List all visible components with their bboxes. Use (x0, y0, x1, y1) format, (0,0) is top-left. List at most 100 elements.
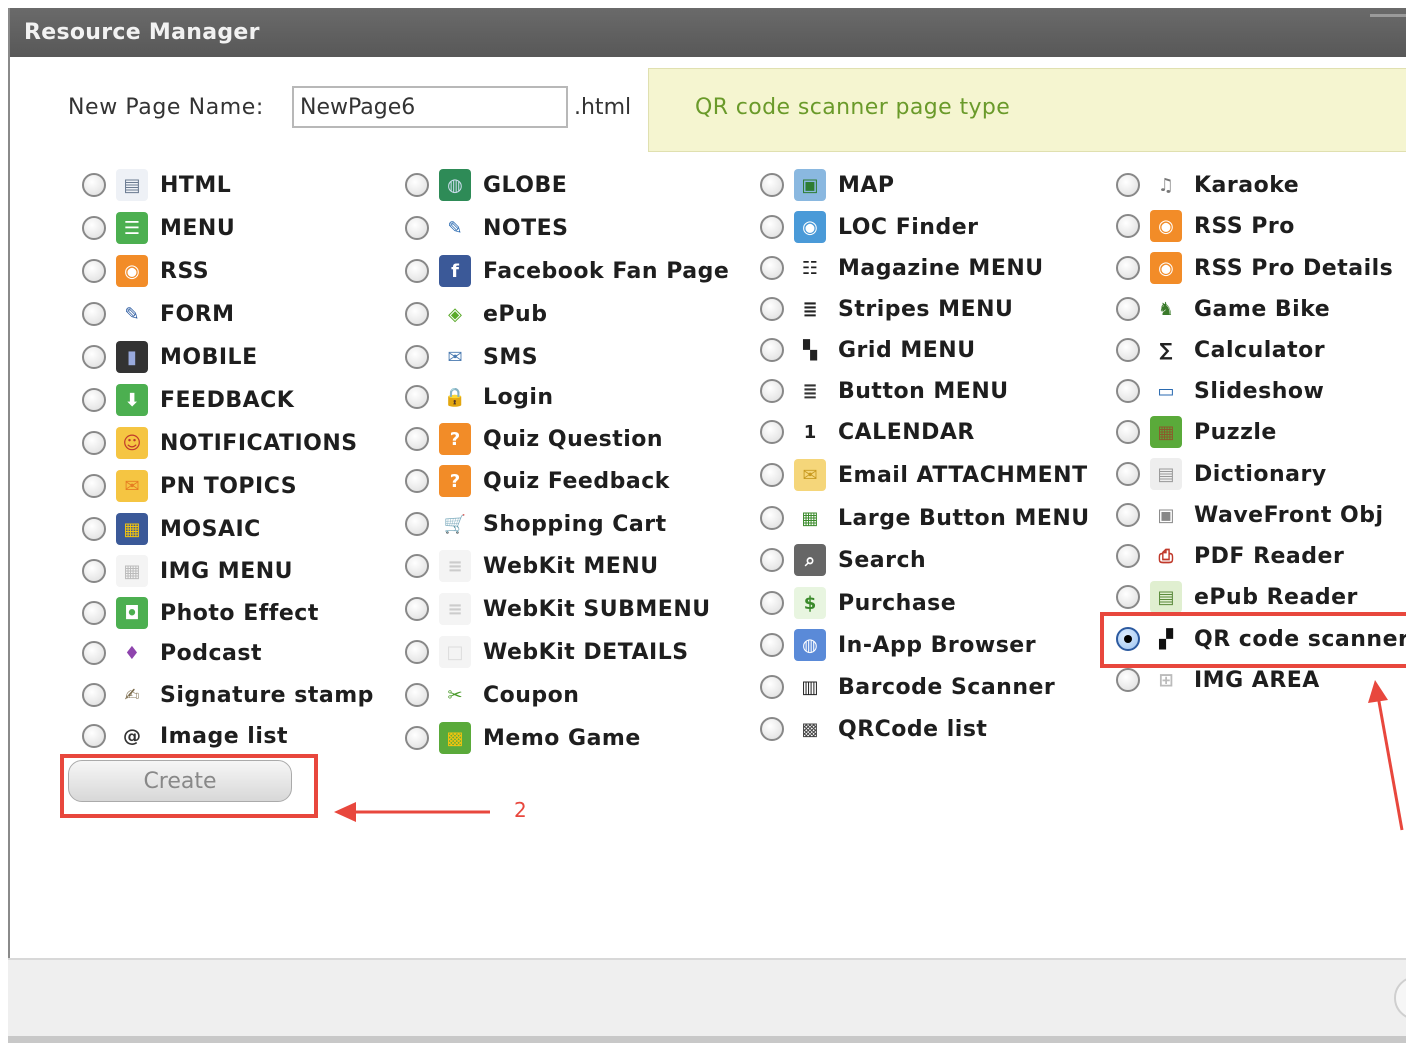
option-qrcode-list[interactable]: ▩ QRCode list (760, 710, 987, 748)
radio-button[interactable] (760, 463, 784, 487)
radio-button[interactable] (82, 683, 106, 707)
radio-button[interactable] (760, 675, 784, 699)
option-map[interactable]: ▣ MAP (760, 166, 895, 204)
radio-button[interactable] (1116, 256, 1140, 280)
radio-button[interactable] (760, 338, 784, 362)
option-notifications[interactable]: ☺ NOTIFICATIONS (82, 424, 358, 462)
option-search[interactable]: ⌕ Search (760, 541, 926, 579)
option-large-button-menu[interactable]: ▦ Large Button MENU (760, 499, 1090, 537)
option-quiz-question[interactable]: ? Quiz Question (405, 420, 663, 458)
radio-button[interactable] (405, 259, 429, 283)
option-game-bike[interactable]: ♞ Game Bike (1116, 290, 1330, 328)
radio-button[interactable] (405, 427, 429, 451)
radio-button[interactable] (760, 215, 784, 239)
radio-button[interactable] (1116, 338, 1140, 362)
radio-button[interactable] (1116, 544, 1140, 568)
option-button-menu[interactable]: ≣ Button MENU (760, 372, 1009, 410)
radio-button[interactable] (405, 640, 429, 664)
option-feedback[interactable]: ⬇ FEEDBACK (82, 381, 294, 419)
option-menu[interactable]: ☰ MENU (82, 209, 235, 247)
option-coupon[interactable]: ✂ Coupon (405, 676, 579, 714)
option-calendar[interactable]: 1 CALENDAR (760, 413, 975, 451)
option-facebook-fan-page[interactable]: f Facebook Fan Page (405, 252, 729, 290)
radio-button[interactable] (760, 256, 784, 280)
radio-button[interactable] (82, 345, 106, 369)
radio-button[interactable] (405, 512, 429, 536)
option-epub-reader[interactable]: ▤ ePub Reader (1116, 578, 1358, 616)
option-img-menu[interactable]: ▦ IMG MENU (82, 552, 293, 590)
option-form[interactable]: ✎ FORM (82, 295, 235, 333)
radio-button[interactable] (1116, 379, 1140, 403)
radio-button[interactable] (405, 554, 429, 578)
radio-button[interactable] (405, 216, 429, 240)
option-webkit-menu[interactable]: ≡ WebKit MENU (405, 547, 659, 585)
option-pn-topics[interactable]: ✉ PN TOPICS (82, 467, 297, 505)
option-mobile[interactable]: ▮ MOBILE (82, 338, 258, 376)
option-email-attachment[interactable]: ✉ Email ATTACHMENT (760, 456, 1088, 494)
radio-button[interactable] (760, 717, 784, 741)
radio-button[interactable] (760, 591, 784, 615)
option-stripes-menu[interactable]: ≣ Stripes MENU (760, 290, 1013, 328)
option-webkit-details[interactable]: □ WebKit DETAILS (405, 633, 689, 671)
option-shopping-cart[interactable]: 🛒 Shopping Cart (405, 505, 667, 543)
option-rss-pro[interactable]: ◉ RSS Pro (1116, 207, 1295, 245)
option-quiz-feedback[interactable]: ? Quiz Feedback (405, 462, 670, 500)
radio-button[interactable] (405, 385, 429, 409)
radio-button[interactable] (760, 548, 784, 572)
option-purchase[interactable]: $ Purchase (760, 584, 956, 622)
radio-button[interactable] (82, 173, 106, 197)
radio-button[interactable] (405, 345, 429, 369)
radio-button[interactable] (760, 420, 784, 444)
radio-button[interactable] (82, 559, 106, 583)
option-html[interactable]: ▤ HTML (82, 166, 231, 204)
radio-button[interactable] (1116, 214, 1140, 238)
option-notes[interactable]: ✎ NOTES (405, 209, 569, 247)
radio-button[interactable] (760, 379, 784, 403)
new-page-name-input[interactable] (292, 86, 568, 128)
option-photo-effect[interactable]: ◘ Photo Effect (82, 594, 319, 632)
option-signature-stamp[interactable]: ✍ Signature stamp (82, 676, 374, 714)
radio-button[interactable] (82, 474, 106, 498)
option-slideshow[interactable]: ▭ Slideshow (1116, 372, 1324, 410)
create-button[interactable]: Create (68, 760, 292, 802)
radio-button[interactable] (82, 216, 106, 240)
option-in-app-browser[interactable]: ◍ In-App Browser (760, 626, 1036, 664)
radio-button[interactable] (760, 173, 784, 197)
radio-button[interactable] (1116, 173, 1140, 197)
radio-button[interactable] (82, 431, 106, 455)
option-barcode-scanner[interactable]: ▥ Barcode Scanner (760, 668, 1055, 706)
option-calculator[interactable]: ∑ Calculator (1116, 331, 1325, 369)
option-puzzle[interactable]: ▦ Puzzle (1116, 413, 1277, 451)
radio-button[interactable] (405, 597, 429, 621)
radio-button[interactable] (405, 173, 429, 197)
radio-button[interactable] (1116, 462, 1140, 486)
option-webkit-submenu[interactable]: ≡ WebKit SUBMENU (405, 590, 711, 628)
option-magazine-menu[interactable]: ☷ Magazine MENU (760, 249, 1044, 287)
radio-button[interactable] (760, 633, 784, 657)
option-epub[interactable]: ◈ ePub (405, 295, 547, 333)
radio-button[interactable] (82, 517, 106, 541)
option-login[interactable]: 🔒 Login (405, 378, 554, 416)
option-globe[interactable]: ◍ GLOBE (405, 166, 567, 204)
option-dictionary[interactable]: ▤ Dictionary (1116, 455, 1327, 493)
radio-button[interactable] (1116, 420, 1140, 444)
option-grid-menu[interactable]: ▚ Grid MENU (760, 331, 976, 369)
option-image-list[interactable]: @ Image list (82, 717, 288, 755)
radio-button[interactable] (405, 683, 429, 707)
option-pdf-reader[interactable]: ⎙ PDF Reader (1116, 537, 1344, 575)
radio-button[interactable] (82, 259, 106, 283)
option-podcast[interactable]: ♦ Podcast (82, 634, 262, 672)
option-memo-game[interactable]: ▩ Memo Game (405, 719, 641, 757)
radio-button[interactable] (82, 302, 106, 326)
radio-button[interactable] (405, 726, 429, 750)
radio-button[interactable] (1116, 297, 1140, 321)
radio-button[interactable] (82, 388, 106, 412)
option-rss[interactable]: ◉ RSS (82, 252, 209, 290)
option-wavefront-obj[interactable]: ▣ WaveFront Obj (1116, 496, 1384, 534)
radio-button[interactable] (405, 302, 429, 326)
radio-button[interactable] (405, 469, 429, 493)
option-karaoke[interactable]: ♫ Karaoke (1116, 166, 1299, 204)
radio-button[interactable] (760, 297, 784, 321)
option-rss-pro-details[interactable]: ◉ RSS Pro Details (1116, 249, 1393, 287)
radio-button[interactable] (760, 506, 784, 530)
